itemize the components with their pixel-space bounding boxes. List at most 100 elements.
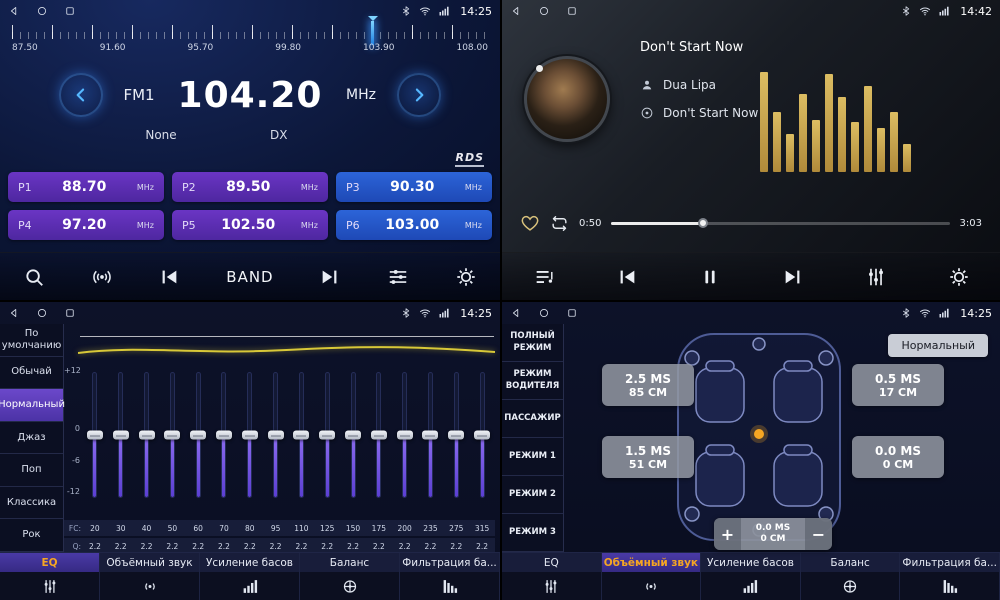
mode-item[interactable]: РЕЖИМ 1 — [502, 438, 563, 476]
repeat-icon[interactable] — [550, 214, 569, 233]
eq-band-slider[interactable] — [134, 372, 160, 498]
delay-front-right[interactable]: 0.5 MS 17 CM — [852, 364, 944, 406]
tab-filter[interactable]: Фильтрация ба... — [900, 553, 1000, 600]
prev-track-icon[interactable] — [616, 266, 638, 288]
eq-band-slider[interactable] — [82, 372, 108, 498]
broadcast-icon[interactable] — [91, 266, 113, 288]
settings-gear-icon[interactable] — [455, 266, 477, 288]
eq-band-slider[interactable] — [392, 372, 418, 498]
mixer-icon[interactable] — [387, 266, 409, 288]
delay-front-left[interactable]: 2.5 MS 85 CM — [602, 364, 694, 406]
eq-band-slider[interactable] — [289, 372, 315, 498]
mode-item[interactable]: ПАССАЖИР — [502, 400, 563, 438]
eq-band-slider[interactable] — [314, 372, 340, 498]
slider-handle[interactable] — [448, 431, 464, 440]
tab-surround-sound[interactable]: Объёмный звук — [602, 553, 702, 600]
tab-bass-boost[interactable]: Усиление басов — [200, 553, 300, 600]
slider-handle[interactable] — [113, 431, 129, 440]
recents-icon[interactable] — [64, 5, 76, 17]
slider-handle[interactable] — [422, 431, 438, 440]
tuning-pointer[interactable] — [371, 21, 374, 45]
home-icon[interactable] — [36, 307, 48, 319]
tuning-scale[interactable]: 87.5091.6095.7099.80103.90108.00 — [12, 25, 488, 61]
eq-preset-item[interactable]: Джаз — [0, 422, 63, 455]
tab-surround-sound[interactable]: Объёмный звук — [100, 553, 200, 600]
eq-preset-item[interactable]: Обычай — [0, 357, 63, 390]
decrease-delay-button[interactable]: − — [805, 518, 832, 550]
eq-preset-item[interactable]: Нормальный — [0, 389, 63, 422]
slider-handle[interactable] — [164, 431, 180, 440]
car-cabin-graphic[interactable] — [670, 328, 848, 546]
slider-handle[interactable] — [190, 431, 206, 440]
eq-band-slider[interactable] — [263, 372, 289, 498]
next-track-icon[interactable] — [319, 266, 341, 288]
delay-rear-right[interactable]: 0.0 MS 0 CM — [852, 436, 944, 478]
mode-item[interactable]: ПОЛНЫЙ РЕЖИМ — [502, 324, 563, 362]
recents-icon[interactable] — [566, 307, 578, 319]
eq-preset-item[interactable]: Классика — [0, 487, 63, 520]
mode-item[interactable]: РЕЖИМ ВОДИТЕЛЯ — [502, 362, 563, 400]
progress-knob[interactable] — [698, 218, 708, 228]
preset-button-p4[interactable]: P497.20MHz — [8, 210, 164, 240]
increase-delay-button[interactable]: + — [714, 518, 741, 550]
prev-track-icon[interactable] — [158, 266, 180, 288]
home-icon[interactable] — [538, 307, 550, 319]
eq-preset-item[interactable]: По умолчанию — [0, 324, 63, 357]
tab-filter[interactable]: Фильтрация ба... — [400, 553, 500, 600]
eq-band-slider[interactable] — [340, 372, 366, 498]
eq-band-slider[interactable] — [159, 372, 185, 498]
eq-band-slider[interactable] — [443, 372, 469, 498]
preset-button-p3[interactable]: P390.30MHz — [336, 172, 492, 202]
pause-icon[interactable] — [699, 266, 721, 288]
next-station-button[interactable] — [397, 73, 441, 117]
playlist-icon[interactable] — [533, 266, 555, 288]
preset-button-p1[interactable]: P188.70MHz — [8, 172, 164, 202]
recents-icon[interactable] — [64, 307, 76, 319]
back-icon[interactable] — [8, 5, 20, 17]
preset-button-p5[interactable]: P5102.50MHz — [172, 210, 328, 240]
eq-sliders-icon[interactable] — [865, 266, 887, 288]
tab-eq[interactable]: EQ — [0, 553, 100, 600]
tab-balance[interactable]: Баланс — [300, 553, 400, 600]
delay-rear-left[interactable]: 1.5 MS 51 CM — [602, 436, 694, 478]
mode-item[interactable]: РЕЖИМ 2 — [502, 476, 563, 514]
slider-handle[interactable] — [474, 431, 490, 440]
slider-handle[interactable] — [216, 431, 232, 440]
eq-band-slider[interactable] — [185, 372, 211, 498]
eq-preset-item[interactable]: Рок — [0, 519, 63, 552]
recents-icon[interactable] — [566, 5, 578, 17]
slider-handle[interactable] — [397, 431, 413, 440]
back-icon[interactable] — [510, 307, 522, 319]
tab-bass-boost[interactable]: Усиление басов — [701, 553, 801, 600]
next-track-icon[interactable] — [782, 266, 804, 288]
slider-handle[interactable] — [139, 431, 155, 440]
search-icon[interactable] — [23, 266, 45, 288]
preset-button-p6[interactable]: P6103.00MHz — [336, 210, 492, 240]
tab-eq[interactable]: EQ — [502, 553, 602, 600]
back-icon[interactable] — [510, 5, 522, 17]
eq-band-slider[interactable] — [418, 372, 444, 498]
slider-handle[interactable] — [87, 431, 103, 440]
eq-band-slider[interactable] — [237, 372, 263, 498]
eq-band-slider[interactable] — [211, 372, 237, 498]
slider-handle[interactable] — [319, 431, 335, 440]
favorite-heart-icon[interactable] — [520, 213, 540, 233]
slider-handle[interactable] — [345, 431, 361, 440]
progress-bar[interactable] — [611, 222, 949, 225]
home-icon[interactable] — [36, 5, 48, 17]
mode-item[interactable]: РЕЖИМ 3 — [502, 514, 563, 552]
settings-gear-icon[interactable] — [948, 266, 970, 288]
profile-button[interactable]: Нормальный — [888, 334, 988, 357]
slider-handle[interactable] — [293, 431, 309, 440]
tab-balance[interactable]: Баланс — [801, 553, 901, 600]
prev-station-button[interactable] — [59, 73, 103, 117]
eq-band-slider[interactable] — [469, 372, 495, 498]
eq-preset-item[interactable]: Поп — [0, 454, 63, 487]
preset-button-p2[interactable]: P289.50MHz — [172, 172, 328, 202]
eq-band-slider[interactable] — [366, 372, 392, 498]
slider-handle[interactable] — [268, 431, 284, 440]
home-icon[interactable] — [538, 5, 550, 17]
band-button[interactable]: BAND — [226, 268, 273, 286]
slider-handle[interactable] — [371, 431, 387, 440]
eq-band-slider[interactable] — [108, 372, 134, 498]
